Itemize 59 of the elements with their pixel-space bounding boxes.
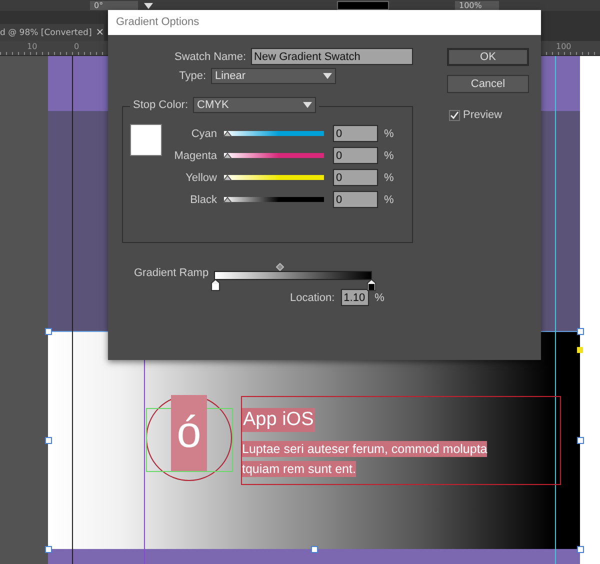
selection-handle[interactable] bbox=[577, 546, 584, 553]
value-field[interactable]: 0 bbox=[333, 125, 378, 142]
value-field[interactable]: 0 bbox=[333, 169, 378, 186]
document-tab[interactable]: d @ 98% [Converted] bbox=[0, 28, 92, 38]
gradient-stop[interactable] bbox=[211, 279, 220, 291]
logo-letter: ó bbox=[171, 395, 207, 471]
slider-thumb[interactable] bbox=[223, 175, 232, 181]
ruler-label: 0 bbox=[74, 42, 80, 51]
color-swatch bbox=[130, 124, 162, 156]
gradient-ramp[interactable] bbox=[214, 271, 372, 280]
channel-label: Magenta bbox=[173, 150, 217, 162]
dropdown-caret-icon[interactable] bbox=[303, 102, 312, 108]
unit-label: % bbox=[384, 172, 394, 184]
channel-label: Cyan bbox=[190, 128, 217, 140]
color-slider[interactable] bbox=[224, 153, 324, 158]
swatch-name-field[interactable]: New Gradient Swatch bbox=[251, 48, 413, 65]
slider-thumb[interactable] bbox=[223, 197, 232, 203]
type-dropdown[interactable]: Linear bbox=[211, 68, 336, 84]
selection-handle[interactable] bbox=[311, 546, 318, 553]
location-field[interactable]: 1.10 bbox=[340, 289, 369, 306]
slider-thumb[interactable] bbox=[223, 153, 232, 159]
selection-handle[interactable] bbox=[577, 328, 584, 335]
gradient-stop[interactable] bbox=[367, 279, 376, 291]
anchor-marker bbox=[577, 347, 583, 353]
selection-handle[interactable] bbox=[45, 328, 52, 335]
unit-label: % bbox=[384, 194, 394, 206]
cancel-button[interactable]: Cancel bbox=[447, 75, 529, 93]
opacity-field[interactable]: 100% bbox=[455, 1, 499, 10]
stroke-color-swatch[interactable] bbox=[337, 1, 389, 10]
ok-button[interactable]: OK bbox=[447, 48, 529, 66]
unit-label: % bbox=[384, 150, 394, 162]
value-field[interactable]: 0 bbox=[333, 147, 378, 164]
ruler-label: 100 bbox=[556, 42, 572, 51]
value-field[interactable]: 0 bbox=[333, 191, 378, 208]
selection-handle[interactable] bbox=[45, 437, 52, 444]
selection-handle[interactable] bbox=[45, 546, 52, 553]
checkbox-label: Preview bbox=[463, 109, 502, 121]
preview-checkbox[interactable] bbox=[449, 110, 460, 120]
color-slider[interactable] bbox=[224, 131, 324, 136]
field-label: Swatch Name: bbox=[173, 50, 246, 62]
field-label: Stop Color: bbox=[133, 99, 188, 111]
unit-label: % bbox=[374, 292, 384, 304]
dialog-title: Gradient Options bbox=[108, 10, 541, 35]
angle-field[interactable]: 0° bbox=[90, 1, 138, 10]
color-slider[interactable] bbox=[224, 197, 324, 202]
field-label: Location: bbox=[290, 292, 335, 304]
unit-label: % bbox=[384, 128, 394, 140]
heading-text: App iOS bbox=[242, 408, 315, 432]
slider-thumb[interactable] bbox=[223, 131, 232, 137]
ruler-label: 10 bbox=[27, 42, 38, 51]
field-label: Type: bbox=[178, 70, 206, 82]
close-button[interactable]: × bbox=[96, 27, 104, 38]
dropdown-caret-icon[interactable] bbox=[323, 72, 332, 78]
channel-label: Yellow bbox=[184, 172, 217, 184]
color-slider[interactable] bbox=[224, 175, 324, 180]
channel-label: Black bbox=[189, 194, 217, 206]
color-mode-dropdown[interactable]: CMYK bbox=[193, 97, 316, 113]
selection-handle[interactable] bbox=[577, 437, 584, 444]
field-label: Gradient Ramp bbox=[134, 267, 210, 279]
